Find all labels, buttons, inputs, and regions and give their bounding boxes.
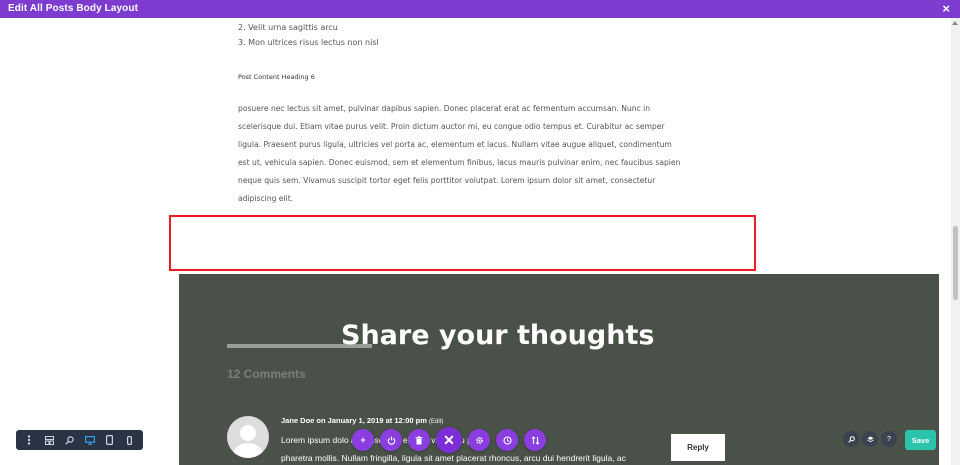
phone-icon[interactable] xyxy=(123,433,137,447)
comments-heading: Share your thoughts xyxy=(341,320,655,351)
power-icon[interactable] xyxy=(380,429,402,451)
paragraph-line: est ut, vehicula sapien. Donec euismod, … xyxy=(238,158,681,167)
content-heading-6: Post Content Heading 6 xyxy=(238,73,315,81)
history-icon[interactable] xyxy=(496,429,518,451)
paragraph-line: adipiscing elit. xyxy=(238,194,294,203)
paragraph-line: neque quis sem. Vivamus suscipit tortor … xyxy=(238,176,656,185)
desktop-icon[interactable] xyxy=(83,433,97,447)
paragraph-line: ligula. Praesent purus ligula, ultricies… xyxy=(238,140,672,149)
search-icon[interactable] xyxy=(843,431,859,447)
comment-author: Jane Doe on January 1, 2019 at 12:00 pm … xyxy=(281,416,443,425)
avatar-body xyxy=(233,443,263,458)
search-icon[interactable] xyxy=(62,433,76,447)
trash-icon[interactable] xyxy=(408,429,430,451)
sort-icon[interactable] xyxy=(524,429,546,451)
comment-edit-link[interactable]: (Edit) xyxy=(429,419,443,425)
scroll-up-arrow-icon[interactable] xyxy=(952,21,958,25)
layers-icon[interactable] xyxy=(862,431,878,447)
paragraph-line: posuere nec lectus sit amet, pulvinar da… xyxy=(238,104,651,113)
scrollbar-thumb[interactable] xyxy=(953,226,958,300)
layout-icon[interactable] xyxy=(42,433,56,447)
scrollbar[interactable] xyxy=(951,18,960,465)
comment-text-line: pharetra mollis. Nullam fringilla, ligul… xyxy=(281,453,626,463)
empty-row-drop-zone[interactable] xyxy=(169,215,756,271)
builder-header: Edit All Posts Body Layout × xyxy=(0,0,960,18)
close-icon[interactable]: × xyxy=(942,1,950,17)
list-item: 2. Velit urna sagittis arcu xyxy=(238,23,338,32)
reply-button[interactable]: Reply xyxy=(671,434,725,461)
page-title: Edit All Posts Body Layout xyxy=(8,3,139,14)
menu-icon[interactable] xyxy=(22,433,36,447)
content-paragraph: posuere nec lectus sit amet, pulvinar da… xyxy=(238,100,716,208)
avatar xyxy=(227,416,269,458)
comments-section: Share your thoughts 12 Comments Jane Doe… xyxy=(179,274,939,465)
close-icon[interactable]: ✕ xyxy=(436,427,462,453)
page-actions-bar: + ✕ xyxy=(352,427,552,453)
comment-author-line: Jane Doe on January 1, 2019 at 12:00 pm xyxy=(281,416,427,425)
help-icon[interactable]: ? xyxy=(881,431,897,447)
save-button[interactable]: Save xyxy=(905,430,936,450)
settings-icon[interactable] xyxy=(468,429,490,451)
avatar-head xyxy=(240,425,256,441)
paragraph-line: scelerisque dui. Etiam vitae purus velit… xyxy=(238,122,665,131)
add-icon[interactable]: + xyxy=(352,429,374,451)
comments-count: 12 Comments xyxy=(227,367,306,381)
tablet-icon[interactable] xyxy=(103,433,117,447)
builder-right-tools: ? xyxy=(843,431,900,447)
list-item: 3. Mon ultrices risus lectus non nisl xyxy=(238,38,379,47)
builder-view-toolbar xyxy=(16,430,143,450)
